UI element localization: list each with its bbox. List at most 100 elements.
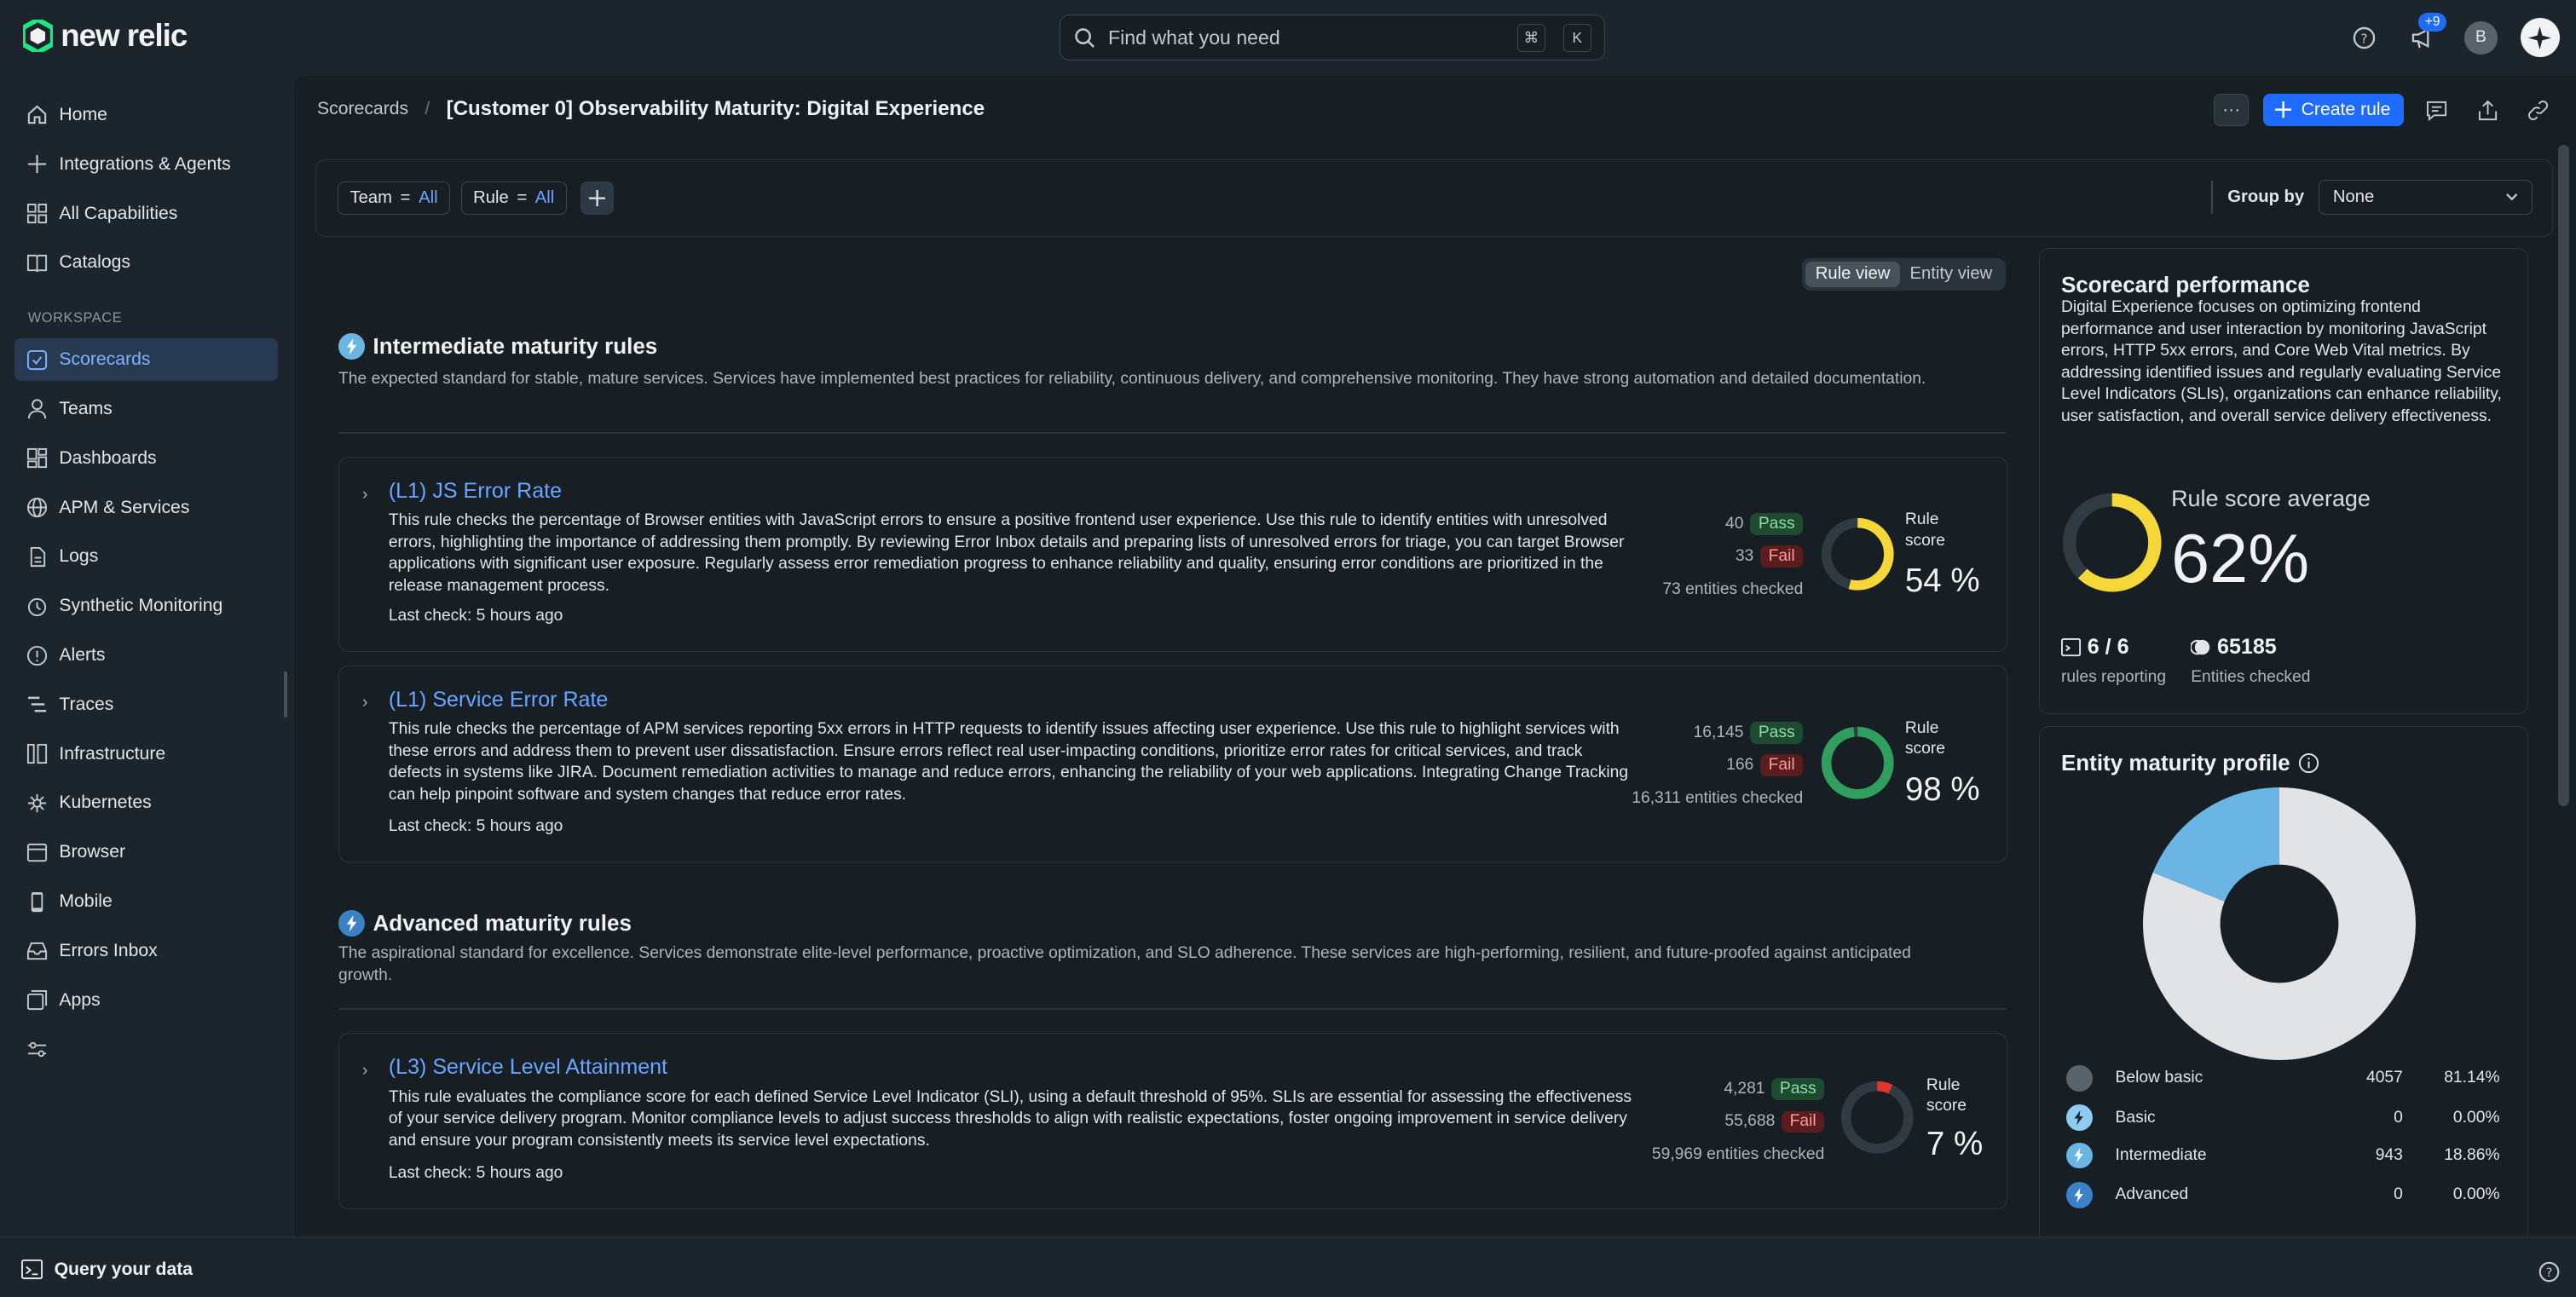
legend-count: 4057 (2366, 1069, 2403, 1087)
sidebar-item-browser[interactable]: Browser (14, 831, 277, 873)
breadcrumb-scorecards-link[interactable]: Scorecards (317, 99, 408, 119)
legend-percent: 0.00% (2452, 1185, 2500, 1204)
rule-filter-chip[interactable]: Rule = All (460, 182, 567, 215)
user-avatar[interactable]: B (2464, 21, 2498, 55)
entity-view-tab[interactable]: Entity view (1900, 262, 2002, 288)
rule-stats: 40 Pass 33 Fail 73 entities checked (1475, 510, 1804, 608)
sidebar-item-label: Home (59, 104, 107, 124)
expand-chevron-icon[interactable]: › (362, 694, 367, 712)
plus-icon (27, 155, 46, 174)
add-filter-button[interactable] (580, 182, 614, 215)
new-relic-logo[interactable]: new relic (22, 18, 188, 54)
legend-row-intermediate: Intermediate 943 18.86% (2065, 1141, 2500, 1171)
terminal-icon (21, 1260, 43, 1280)
expand-chevron-icon[interactable]: › (362, 486, 367, 504)
bolt-icon (2074, 1110, 2084, 1126)
sidebar-item-catalogs[interactable]: Catalogs (14, 241, 277, 284)
sidebar-item-label: Scorecards (59, 349, 151, 370)
sidebar-item-capabilities[interactable]: All Capabilities (14, 193, 277, 235)
main-scrollbar[interactable] (2557, 144, 2570, 807)
rule-last-check: Last check: 5 hours ago (388, 1163, 563, 1182)
cmd-key-hint: ⌘ (1516, 23, 1545, 52)
sidebar-scrollbar[interactable] (284, 672, 288, 718)
entities-checked: 73 entities checked (1662, 579, 1804, 598)
help-button[interactable]: ? (2346, 20, 2382, 55)
share-button[interactable] (2469, 92, 2505, 128)
copy-link-button[interactable] (2521, 92, 2556, 128)
global-search[interactable]: Find what you need ⌘ K (1060, 14, 1606, 61)
group-by-select[interactable]: None (2319, 180, 2533, 215)
fail-count: 33 (1735, 547, 1754, 566)
bolt-icon (346, 338, 357, 355)
pass-badge: Pass (1750, 512, 1804, 535)
entities-checked: 59,969 entities checked (1651, 1144, 1825, 1163)
donut-track (1840, 1081, 1914, 1155)
search-placeholder: Find what you need (1108, 26, 1280, 49)
sidebar-item-infrastructure[interactable]: Infrastructure (14, 733, 277, 775)
performance-title: Scorecard performance (2060, 272, 2310, 297)
sidebar-item-scorecards[interactable]: Scorecards (14, 338, 278, 382)
rule-last-check: Last check: 5 hours ago (388, 816, 563, 835)
brand-wordmark: new relic (61, 18, 188, 54)
whats-new-button[interactable]: +9 (2406, 13, 2447, 55)
group-by-divider (2211, 181, 2213, 214)
info-icon[interactable] (2298, 752, 2319, 774)
sidebar-item-label: APM & Services (59, 497, 190, 517)
section-title-text: Intermediate maturity rules (373, 333, 658, 360)
pass-count: 16,145 (1693, 723, 1744, 741)
kubernetes-icon (27, 793, 46, 813)
sidebar-item-home[interactable]: Home (14, 94, 277, 136)
sidebar-item-apm[interactable]: APM & Services (14, 487, 277, 529)
rule-view-tab[interactable]: Rule view (1805, 261, 1900, 288)
comment-button[interactable] (2418, 92, 2454, 128)
query-your-data-button[interactable]: Query your data (21, 1259, 193, 1280)
sidebar-item-dashboards[interactable]: Dashboards (14, 437, 277, 480)
legend-name: Intermediate (2115, 1145, 2207, 1164)
sidebar-item-integrations[interactable]: Integrations & Agents (14, 143, 277, 186)
sidebar-item-mobile[interactable]: Mobile (14, 880, 277, 923)
sidebar-item-settings[interactable] (14, 1029, 277, 1071)
bolt-icon (2074, 1187, 2084, 1202)
rule-card[interactable]: › (L1) Service Error Rate This rule chec… (338, 665, 2008, 862)
sidebar-item-apps[interactable]: Apps (14, 979, 277, 1022)
terminal-icon (2060, 637, 2082, 657)
rule-title-link[interactable]: (L1) JS Error Rate (389, 479, 562, 504)
ai-assistant-button[interactable] (2520, 18, 2560, 58)
create-rule-button[interactable]: Create rule (2263, 93, 2404, 127)
sidebar-nav: Home Integrations & Agents All Capabilit… (0, 75, 294, 1237)
breadcrumb: Scorecards / [Customer 0] Observability … (317, 97, 985, 121)
rule-score-label: Rule score (1904, 510, 1945, 550)
sidebar-item-alerts[interactable]: Alerts (14, 634, 277, 677)
rule-score-label: Rule score (1926, 1075, 1967, 1115)
top-bar: new relic Find what you need ⌘ K ? +9 B (0, 0, 2576, 76)
rule-title-link[interactable]: (L3) Service Level Attainment (389, 1055, 667, 1080)
fail-badge: Fail (1782, 1110, 1825, 1133)
team-filter-chip[interactable]: Team = All (338, 182, 451, 215)
rule-card[interactable]: › (L3) Service Level Attainment This rul… (338, 1033, 2008, 1209)
more-options-button[interactable]: ··· (2214, 93, 2249, 127)
rule-title-link[interactable]: (L1) Service Error Rate (389, 688, 609, 712)
sidebar-item-logs[interactable]: Logs (14, 535, 277, 578)
entity-maturity-panel: Entity maturity profile Below basic 4057… (2038, 725, 2529, 1237)
create-rule-label: Create rule (2301, 100, 2391, 120)
sidebar-item-errors-inbox[interactable]: Errors Inbox (14, 930, 277, 972)
bottom-help-button[interactable]: ? (2538, 1259, 2560, 1289)
pass-badge: Pass (1750, 721, 1804, 744)
plus-icon (588, 189, 606, 206)
maturity-title: Entity maturity profile (2061, 750, 2319, 776)
share-icon (2478, 100, 2497, 120)
basic-maturity-icon (2065, 1104, 2093, 1132)
sidebar-item-label: Alerts (59, 645, 106, 666)
app-root: new relic Find what you need ⌘ K ? +9 B (0, 0, 2576, 1297)
rule-score-label: Rule score (1904, 719, 1945, 758)
sidebar-item-synthetic[interactable]: Synthetic Monitoring (14, 585, 277, 627)
sidebar-item-teams[interactable]: Teams (14, 388, 277, 430)
intermediate-maturity-icon (338, 333, 365, 360)
sidebar-item-traces[interactable]: Traces (14, 683, 277, 726)
rule-card[interactable]: › (L1) JS Error Rate This rule checks th… (338, 456, 2008, 653)
donut-arc (1821, 726, 1894, 799)
synthetic-icon (27, 597, 46, 616)
expand-chevron-icon[interactable]: › (362, 1062, 367, 1081)
sidebar-item-kubernetes[interactable]: Kubernetes (14, 781, 277, 824)
sidebar-item-label: Logs (59, 546, 99, 567)
